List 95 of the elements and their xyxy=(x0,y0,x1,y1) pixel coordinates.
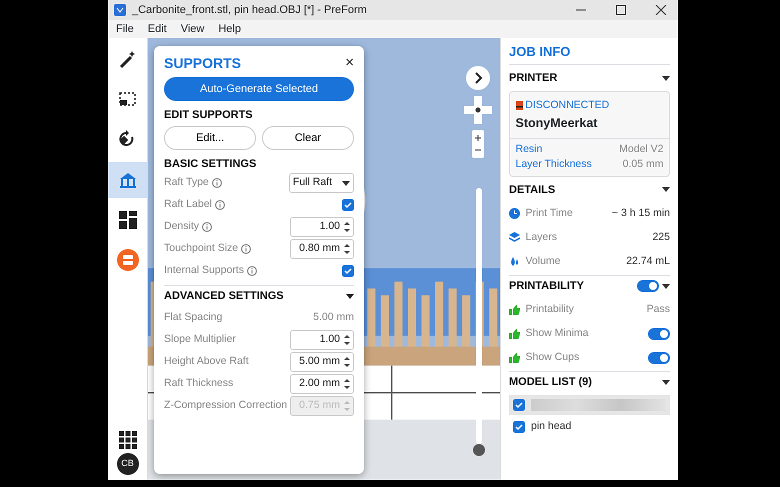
toggle-switch[interactable] xyxy=(648,328,670,340)
thumbs-up-icon xyxy=(509,328,520,339)
printer-status: DISCONNECTED xyxy=(525,98,610,113)
number-field[interactable]: 0.80 mm xyxy=(290,239,354,259)
info-icon[interactable] xyxy=(246,266,257,276)
spinner-icon xyxy=(344,378,350,390)
pill-button[interactable]: Edit... xyxy=(164,126,256,150)
spinner-icon xyxy=(344,356,350,368)
section-heading: MODEL LIST (9) xyxy=(509,375,592,390)
pan-control-icon[interactable] xyxy=(464,96,492,124)
printer-name: StonyMeerkat xyxy=(516,114,598,132)
panel-title: JOB INFO xyxy=(509,42,670,66)
checkbox[interactable] xyxy=(342,265,354,277)
menu-item[interactable]: File xyxy=(116,20,134,38)
maximize-icon[interactable] xyxy=(615,5,627,15)
setting-label: Raft Thickness xyxy=(164,376,234,391)
setting-label: Z-Compression Correction xyxy=(164,398,288,413)
thumbs-up-icon xyxy=(509,304,520,315)
model-list-item[interactable] xyxy=(509,394,670,415)
check-label: Printability xyxy=(526,302,574,317)
zoom-control-icon[interactable] xyxy=(472,130,484,158)
avatar[interactable]: CB xyxy=(116,452,138,474)
model-name: pin head xyxy=(531,418,572,434)
number-field[interactable]: 1.00 xyxy=(290,217,354,237)
menu-item[interactable]: View xyxy=(180,20,204,38)
setting-label: Raft Label xyxy=(164,197,212,212)
number-field[interactable]: 2.00 mm xyxy=(290,374,354,394)
detail-label: Volume xyxy=(526,254,561,269)
property-value: Model V2 xyxy=(619,142,664,156)
spinner-icon xyxy=(344,334,350,346)
checkbox[interactable] xyxy=(342,199,354,211)
section-heading: EDIT SUPPORTS xyxy=(164,108,254,123)
dropdown-field[interactable]: Full Raft xyxy=(288,173,354,193)
caret-icon xyxy=(662,284,670,289)
detail-value: 22.74 mL xyxy=(626,254,670,269)
spinner-icon xyxy=(344,400,350,412)
menu-item[interactable]: Edit xyxy=(148,20,167,38)
setting-label: Raft Type xyxy=(164,175,209,190)
setting-label: Internal Supports xyxy=(164,263,244,278)
info-icon[interactable] xyxy=(202,222,212,232)
checkbox[interactable] xyxy=(513,398,525,411)
toggle-switch[interactable] xyxy=(648,352,670,364)
section-heading: PRINTABILITY xyxy=(509,279,584,294)
forward-icon[interactable] xyxy=(466,66,490,90)
clock-icon xyxy=(509,208,520,220)
property-value: 0.05 mm xyxy=(622,157,664,172)
toggle-switch[interactable] xyxy=(637,280,660,292)
number-field[interactable]: 1.00 xyxy=(290,330,354,350)
detail-value: ~ 3 h 15 min xyxy=(612,206,670,221)
window-title: _Carbonite_front.stl, pin head.OBJ [*] - PreForm xyxy=(132,2,368,18)
drops-icon xyxy=(509,256,520,268)
printer-icon xyxy=(516,101,522,110)
thumbs-up-icon xyxy=(509,352,520,363)
caret-icon xyxy=(662,380,670,385)
menu-item[interactable]: Help xyxy=(218,20,241,38)
setting-label: Height Above Raft xyxy=(164,354,249,369)
caret-icon xyxy=(342,180,350,186)
auto-generate-button[interactable]: Auto-Generate Selected xyxy=(164,77,354,102)
app-icon xyxy=(114,4,126,16)
close-icon[interactable] xyxy=(655,5,667,15)
model-list-item[interactable]: pin head xyxy=(509,416,670,437)
check-label: Show Cups xyxy=(526,350,580,365)
setting-label: Flat Spacing xyxy=(164,310,222,325)
spinner-icon xyxy=(344,243,350,255)
setting-value: 5.00 mm xyxy=(313,310,354,325)
caret-icon xyxy=(662,187,670,192)
caret-icon xyxy=(662,76,670,81)
check-value: Pass xyxy=(646,302,670,317)
info-icon[interactable] xyxy=(240,244,251,254)
printer-icon[interactable] xyxy=(116,249,138,271)
detail-value: 225 xyxy=(652,230,670,245)
detail-label: Print Time xyxy=(526,206,573,221)
number-field[interactable]: 5.00 mm xyxy=(290,352,354,372)
section-heading: PRINTER xyxy=(509,71,558,86)
section-heading: DETAILS xyxy=(509,182,556,198)
info-icon[interactable] xyxy=(214,200,225,210)
setting-label: Slope Multiplier xyxy=(164,332,236,347)
layers-icon xyxy=(509,232,520,244)
section-heading: ADVANCED SETTINGS xyxy=(164,289,284,304)
panel-title: SUPPORTS xyxy=(164,54,242,73)
section-heading: BASIC SETTINGS xyxy=(164,156,258,172)
detail-label: Layers xyxy=(526,230,558,245)
setting-label: Touchpoint Size xyxy=(164,241,238,256)
property-link[interactable]: Resin xyxy=(516,142,542,158)
info-icon[interactable] xyxy=(212,178,222,188)
caret-down-icon[interactable] xyxy=(346,292,354,300)
spinner-icon xyxy=(344,221,350,233)
property-link[interactable]: Layer Thickness xyxy=(516,157,592,173)
setting-label: Density xyxy=(164,219,200,234)
app-grid-icon[interactable] xyxy=(118,430,136,448)
checkbox[interactable] xyxy=(513,420,525,433)
check-label: Show Minima xyxy=(526,326,589,341)
layout-icon[interactable] xyxy=(116,209,138,231)
pill-button[interactable]: Clear xyxy=(262,126,354,150)
close-button[interactable]: × xyxy=(345,52,354,74)
